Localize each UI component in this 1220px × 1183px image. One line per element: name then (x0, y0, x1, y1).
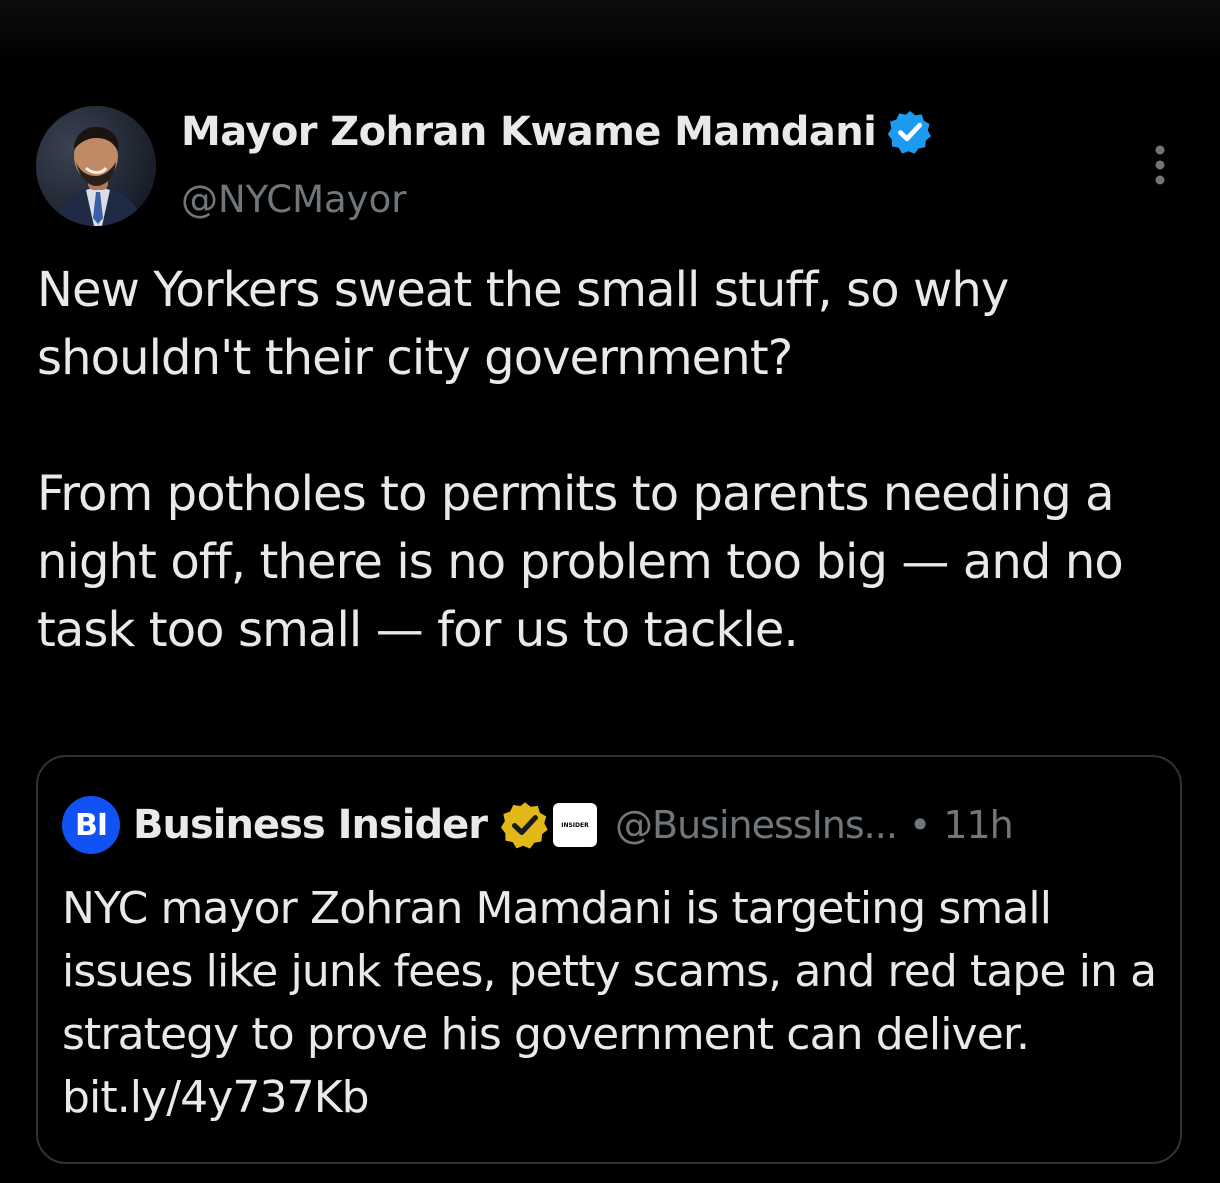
tweet-text: New Yorkers sweat the small stuff, so wh… (37, 262, 1124, 658)
separator-dot: • (908, 803, 932, 847)
quoted-author-name[interactable]: Business Insider (133, 802, 488, 848)
insider-affiliate-badge[interactable]: INSIDER (553, 803, 597, 847)
avatar[interactable] (36, 106, 156, 226)
business-insider-logo-text: BI (74, 807, 108, 843)
tweet: Mayor Zohran Kwame Mamdani @NYCMayor New… (0, 0, 1220, 1183)
quoted-tweet-card[interactable]: BI Business Insider INSIDER @BusinessIns… (36, 755, 1182, 1164)
insider-affiliate-label: INSIDER (561, 821, 589, 829)
author-handle[interactable]: @NYCMayor (181, 178, 406, 221)
more-vertical-icon[interactable] (1146, 144, 1174, 186)
quoted-tweet-timestamp[interactable]: 11h (943, 803, 1013, 847)
business-insider-logo[interactable]: BI (62, 796, 120, 854)
quoted-tweet-text: NYC mayor Zohran Mamdani is targeting sm… (62, 883, 1157, 1123)
verified-badge-icon (886, 108, 934, 156)
quoted-author-handle[interactable]: @BusinessIns... (615, 803, 898, 847)
quoted-tweet-header: BI Business Insider INSIDER @BusinessIns… (62, 796, 1162, 854)
author-name[interactable]: Mayor Zohran Kwame Mamdani (181, 109, 877, 155)
author-name-row[interactable]: Mayor Zohran Kwame Mamdani (181, 104, 934, 160)
gold-verified-badge-icon (499, 799, 551, 851)
